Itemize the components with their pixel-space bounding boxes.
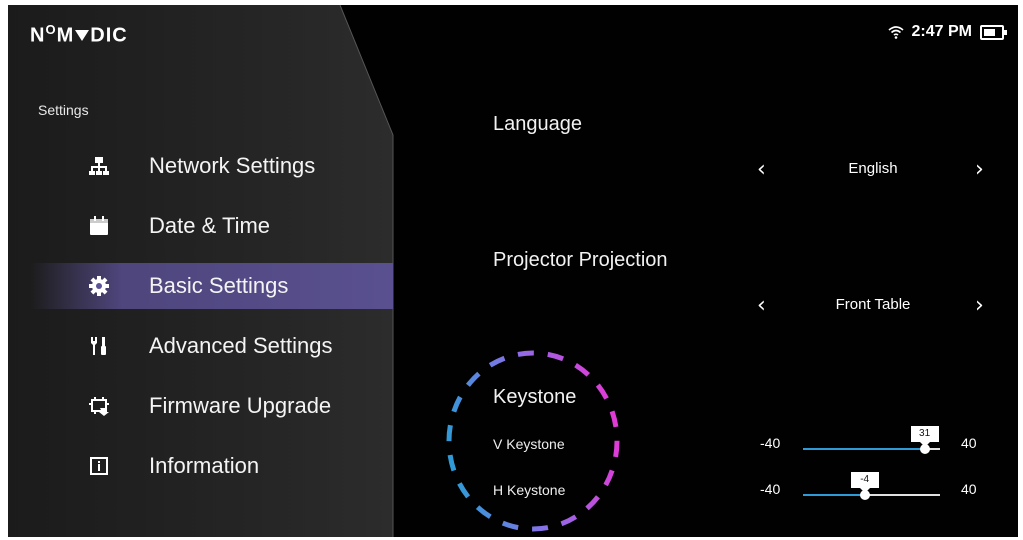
h-keystone-max: 40 bbox=[961, 481, 977, 497]
slider-track[interactable]: 31 bbox=[803, 426, 940, 454]
settings-screen: NOM DIC 2:47 PM Settings Network Settings… bbox=[8, 5, 1018, 537]
info-icon bbox=[88, 455, 110, 477]
language-title: Language bbox=[493, 113, 582, 135]
projection-selector[interactable]: ‹ Front Table › bbox=[753, 287, 993, 323]
language-value: English bbox=[848, 160, 898, 177]
status-bar: 2:47 PM bbox=[888, 23, 1007, 41]
sidebar-item-network-settings[interactable]: Network Settings bbox=[30, 143, 393, 189]
h-keystone-min: -40 bbox=[760, 481, 781, 497]
sidebar-item-label: Information bbox=[149, 453, 260, 478]
v-keystone-slider[interactable]: -40 31 40 bbox=[758, 426, 988, 459]
language-selector[interactable]: ‹ English › bbox=[753, 151, 993, 187]
keystone-title: Keystone bbox=[493, 386, 577, 408]
sidebar-item-label: Firmware Upgrade bbox=[149, 393, 332, 418]
sidebar-item-label: Basic Settings bbox=[149, 273, 289, 298]
chevron-left-icon[interactable]: ‹ bbox=[757, 293, 766, 318]
network-icon bbox=[88, 155, 110, 177]
projection-value: Front Table bbox=[835, 296, 911, 313]
tools-icon bbox=[88, 335, 110, 357]
chevron-right-icon[interactable]: › bbox=[975, 293, 984, 318]
h-keystone-label: H Keystone bbox=[493, 482, 566, 498]
v-keystone-min: -40 bbox=[760, 435, 781, 451]
v-keystone-label: V Keystone bbox=[493, 436, 565, 452]
wifi-icon bbox=[888, 25, 904, 39]
clock: 2:47 PM bbox=[911, 23, 972, 40]
slider-track[interactable]: -4 bbox=[803, 472, 940, 500]
sidebar-item-label: Date & Time bbox=[149, 213, 271, 238]
sidebar-item-advanced-settings[interactable]: Advanced Settings bbox=[30, 323, 393, 369]
battery-icon bbox=[980, 24, 1007, 40]
nomvdic-logo: NOM DIC bbox=[30, 22, 128, 47]
v-keystone-max: 40 bbox=[961, 435, 977, 451]
calendar-icon bbox=[88, 215, 110, 237]
sidebar-item-label: Network Settings bbox=[149, 153, 316, 178]
sidebar-item-date-time[interactable]: Date & Time bbox=[30, 203, 393, 249]
sidebar-item-firmware-upgrade[interactable]: Firmware Upgrade bbox=[30, 383, 393, 429]
sidebar-section-title: Settings bbox=[38, 102, 89, 118]
v-keystone-value: 31 bbox=[910, 426, 939, 447]
gear-icon bbox=[88, 275, 110, 297]
chevron-right-icon[interactable]: › bbox=[975, 157, 984, 182]
sidebar-item-label: Advanced Settings bbox=[149, 333, 333, 358]
h-keystone-value: -4 bbox=[850, 472, 879, 493]
projection-title: Projector Projection bbox=[493, 249, 668, 271]
sidebar-item-basic-settings[interactable]: Basic Settings bbox=[30, 263, 393, 309]
sidebar-item-information[interactable]: Information bbox=[30, 443, 393, 489]
firmware-icon bbox=[88, 395, 110, 417]
chevron-left-icon[interactable]: ‹ bbox=[757, 157, 766, 182]
h-keystone-slider[interactable]: -40 -4 40 bbox=[758, 472, 988, 505]
